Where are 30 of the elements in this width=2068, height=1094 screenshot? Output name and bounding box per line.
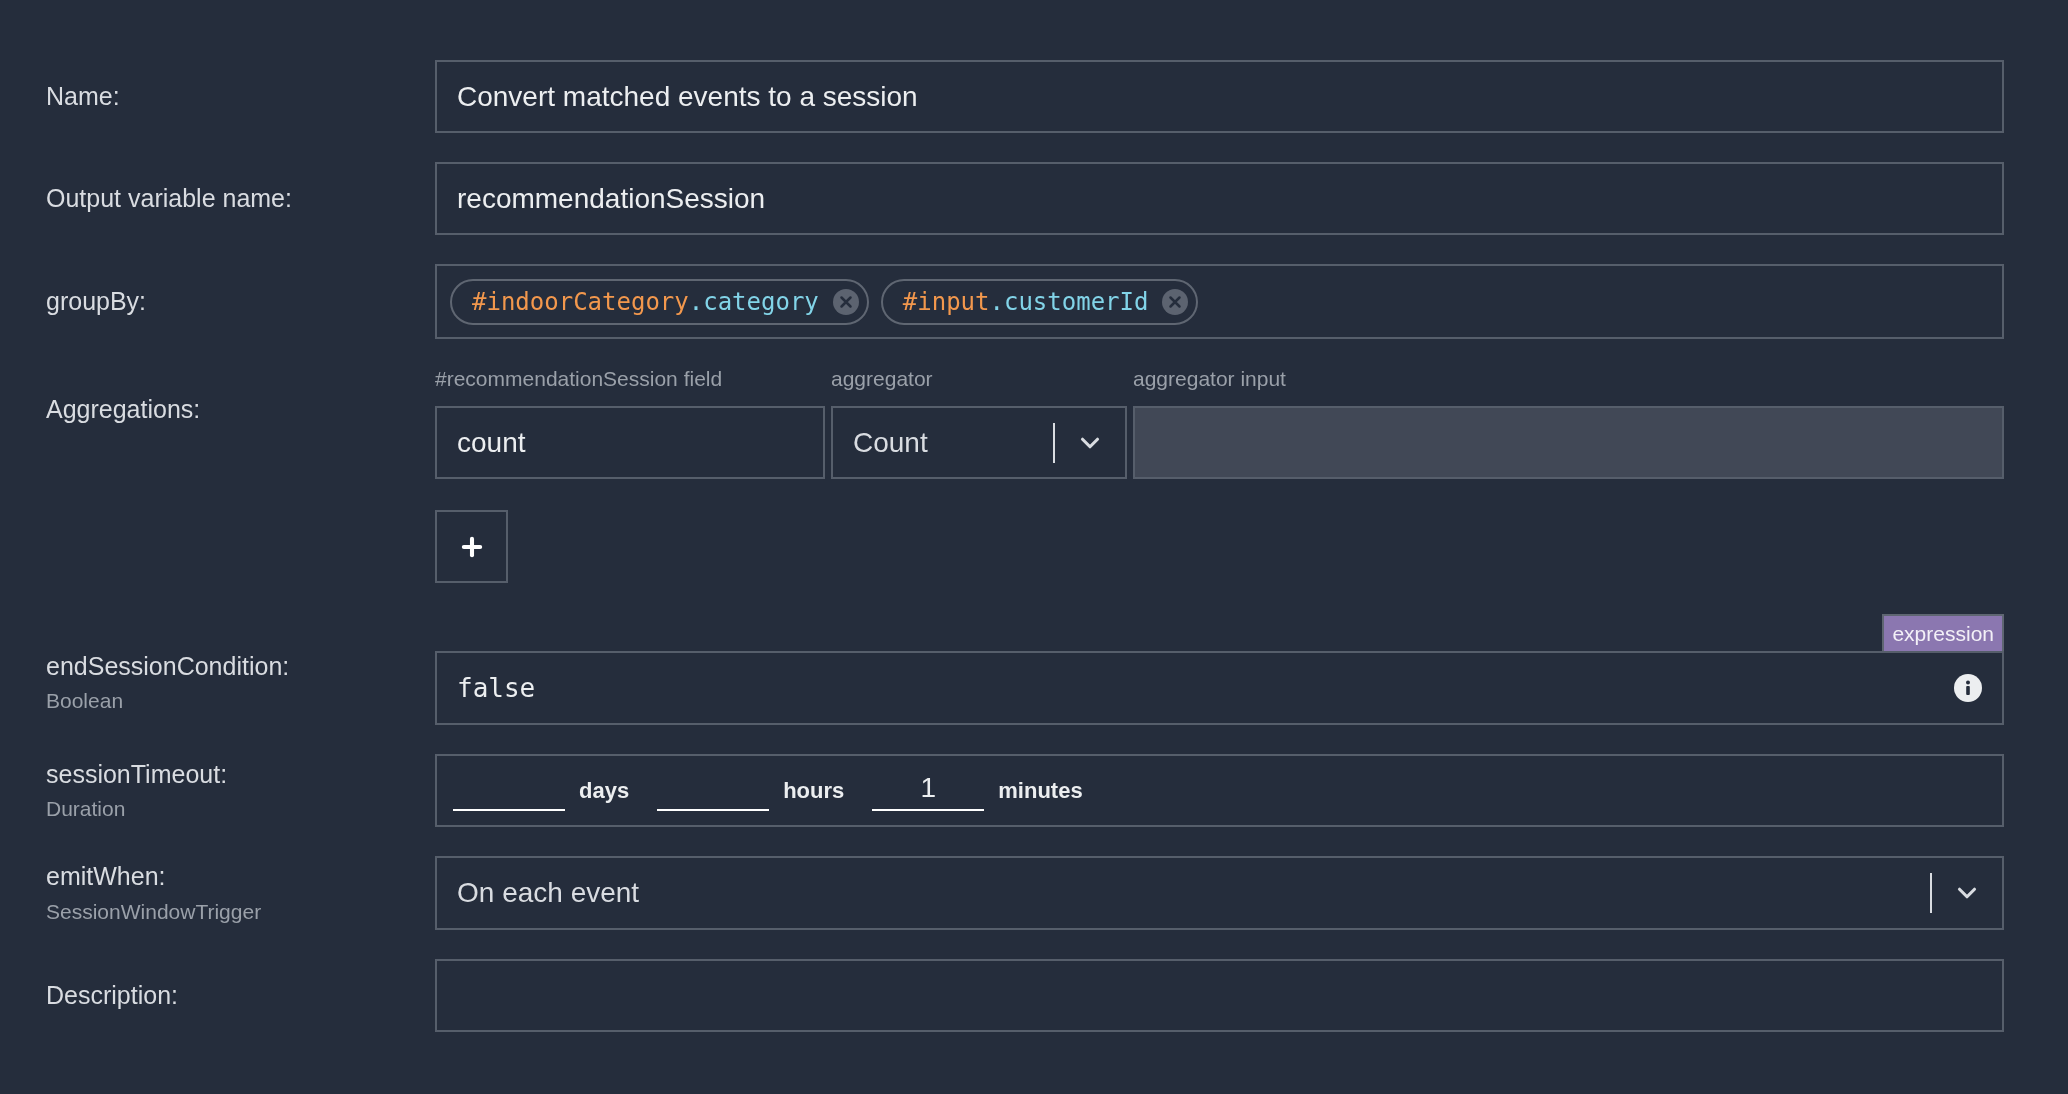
add-button[interactable] xyxy=(435,510,508,583)
number-input[interactable]: 1 xyxy=(872,770,985,811)
field-type: Duration xyxy=(46,796,127,822)
text-field[interactable] xyxy=(435,959,2004,1032)
field-label: groupBy: xyxy=(46,285,148,317)
field-label: Output variable name: xyxy=(46,182,293,214)
column-header: aggregator input xyxy=(1133,366,1287,392)
expression-badge: expression xyxy=(1882,614,2004,651)
field-label: Aggregations: xyxy=(46,395,201,423)
unit-label: hours xyxy=(783,777,845,805)
field-label: Description: xyxy=(46,979,179,1011)
field-label: sessionTimeout: xyxy=(46,758,229,790)
column-header: aggregator xyxy=(831,366,934,392)
field-type: Boolean xyxy=(46,688,125,715)
field-label: endSessionCondition: xyxy=(46,651,291,682)
unit-label: days xyxy=(579,777,630,805)
column-header: #recommendationSession field xyxy=(435,366,724,392)
text-field[interactable]: count xyxy=(435,406,825,479)
aggregator-select[interactable]: Count xyxy=(831,406,1127,479)
tag-text: #indoorCategory.category xyxy=(472,286,819,318)
text-field[interactable]: recommendationSession xyxy=(435,162,2004,235)
text-field[interactable]: Convert matched events to a session xyxy=(435,60,2004,133)
field-label: emitWhen: xyxy=(46,861,167,893)
unit-label: minutes xyxy=(998,777,1083,805)
expression-field[interactable]: false xyxy=(435,651,2004,725)
select-field[interactable]: On each event xyxy=(435,856,2004,930)
info-icon[interactable] xyxy=(1954,674,1982,702)
field-type: SessionWindowTrigger xyxy=(46,898,263,925)
field-label: Name: xyxy=(46,80,121,112)
tag-text: #input.customerId xyxy=(902,286,1149,318)
